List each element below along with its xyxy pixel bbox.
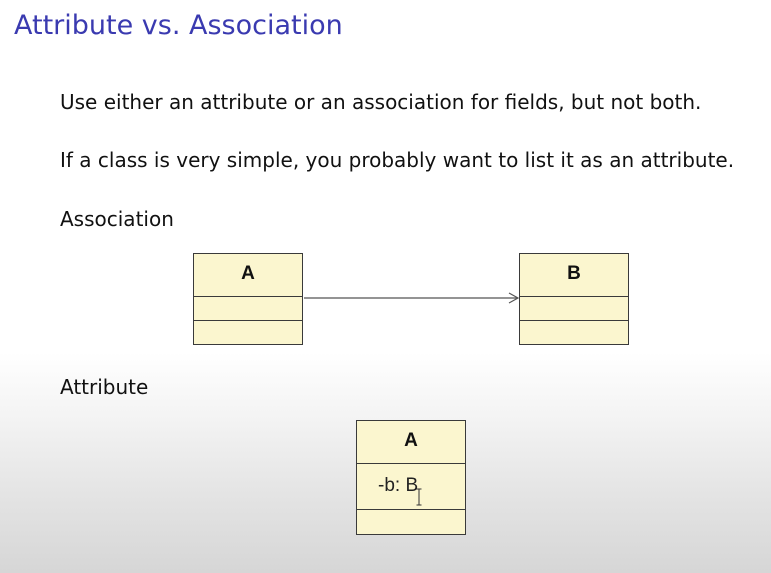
attribute-label: Attribute [60,375,149,399]
text-cursor-icon [416,488,422,506]
class-a-attribute-box: A -b: B [356,420,466,535]
class-a-attribute-field: -b: B [357,464,465,510]
class-a-attribute-name: A [357,421,465,464]
class-a-attribute-operations [357,510,465,532]
